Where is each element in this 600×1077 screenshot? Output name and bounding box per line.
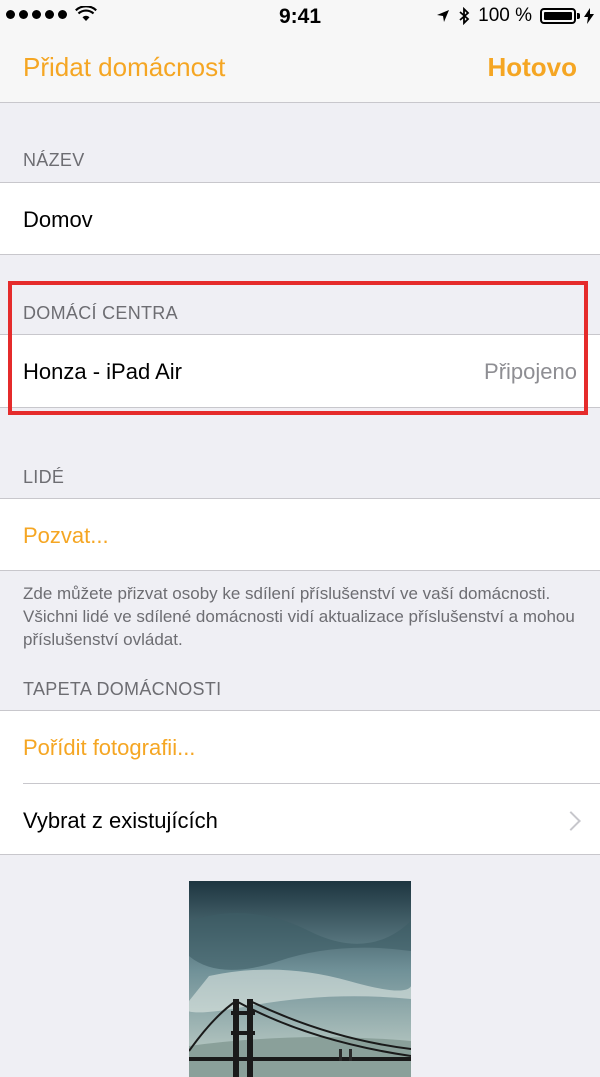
name-section-header: NÁZEV: [23, 150, 85, 170]
people-footer-text: Zde můžete přizvat osoby ke sdílení přís…: [23, 584, 575, 649]
invite-button[interactable]: Pozvat...: [23, 523, 109, 549]
choose-existing-button[interactable]: Vybrat z existujících: [23, 808, 218, 834]
charging-bolt-icon: [584, 8, 594, 24]
home-name-field[interactable]: Domov: [0, 182, 600, 255]
navigation-bar: Přidat domácnost Hotovo: [0, 34, 600, 103]
status-bar: 9:41 100 %: [0, 0, 600, 34]
highlight-box: [8, 281, 588, 415]
wallpaper-options-group: Pořídit fotografii... Vybrat z existujíc…: [0, 710, 600, 855]
battery-icon: [540, 8, 580, 24]
nav-title: Přidat domácnost: [23, 52, 226, 82]
battery-percent: 100 %: [478, 5, 532, 26]
location-arrow-icon: [437, 10, 450, 22]
chevron-right-icon: [561, 811, 581, 831]
wallpaper-section-header: TAPETA DOMÁCNOSTI: [23, 679, 222, 699]
row-divider: [23, 783, 600, 784]
home-name-value: Domov: [23, 207, 93, 232]
invite-row[interactable]: Pozvat...: [0, 498, 600, 571]
bluetooth-icon: [459, 7, 470, 25]
people-section-header: LIDÉ: [23, 467, 65, 487]
take-photo-button[interactable]: Pořídit fotografii...: [23, 735, 195, 761]
wallpaper-preview-image[interactable]: [189, 881, 411, 1077]
done-button[interactable]: Hotovo: [487, 52, 577, 83]
